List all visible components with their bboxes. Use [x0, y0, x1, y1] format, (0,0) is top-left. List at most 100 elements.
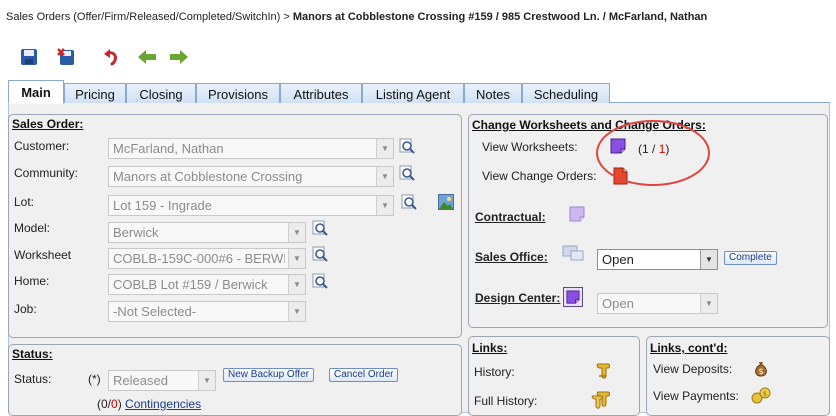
undo-icon[interactable]: [100, 46, 122, 68]
full-history-label: Full History:: [474, 394, 538, 408]
status-select[interactable]: Released ▼: [108, 370, 216, 391]
sales-office-value: Open: [602, 252, 634, 267]
tab-pricing[interactable]: Pricing: [64, 83, 126, 104]
chevron-down-icon: ▼: [288, 275, 305, 294]
contingencies-count: 0: [111, 397, 118, 411]
chevron-down-icon: ▼: [288, 302, 305, 321]
chevron-down-icon: ▼: [700, 250, 717, 269]
job-label: Job:: [14, 302, 37, 316]
tab-closing[interactable]: Closing: [126, 83, 196, 104]
worksheet-select[interactable]: COBLB-159C-000#6 - BERWICK▼: [108, 248, 306, 269]
chevron-down-icon: ▼: [288, 223, 305, 242]
tab-label: Scheduling: [533, 86, 599, 102]
model-label: Model:: [14, 221, 51, 235]
tab-label: Provisions: [208, 86, 268, 102]
customer-select[interactable]: McFarland, Nathan ▼: [108, 138, 394, 159]
money-bag-icon[interactable]: $: [752, 360, 770, 378]
search-icon[interactable]: [312, 220, 328, 236]
tab-label: Pricing: [75, 86, 115, 102]
history-label: History:: [474, 365, 515, 379]
tab-label: Attributes: [293, 86, 349, 102]
lot-select[interactable]: Lot 159 - Ingrade ▼: [108, 195, 394, 216]
worksheets-open: (1 /: [638, 142, 656, 156]
required-marker: (*): [88, 372, 101, 386]
chevron-down-icon: ▼: [376, 167, 393, 186]
links-contd-title: Links, cont'd:: [650, 341, 728, 355]
tab-label: Notes: [476, 86, 510, 102]
search-icon[interactable]: [399, 165, 415, 181]
contingencies-close: ): [117, 397, 122, 411]
lot-label: Lot:: [14, 195, 35, 209]
sales-office-icon: [562, 245, 584, 261]
design-center-note-icon[interactable]: [563, 287, 583, 307]
change-order-icon[interactable]: [612, 167, 628, 185]
tab-main[interactable]: Main: [8, 80, 64, 104]
sales-order-title: Sales Order:: [12, 117, 84, 131]
search-icon[interactable]: [401, 194, 417, 210]
contractual-note-icon: [569, 206, 585, 222]
community-value: Manors at Cobblestone Crossing: [113, 169, 303, 184]
contractual-label: Contractual:: [475, 210, 546, 224]
home-label: Home:: [14, 274, 50, 288]
design-center-label: Design Center:: [475, 291, 561, 305]
contingencies-row: (0/0) Contingencies: [97, 397, 201, 411]
chevron-down-icon: ▼: [376, 139, 393, 158]
chevron-down-icon: ▼: [198, 371, 215, 390]
save-close-icon[interactable]: [56, 46, 78, 68]
view-deposits-label: View Deposits:: [653, 362, 733, 376]
breadcrumb-parent[interactable]: Sales Orders (Offer/Firm/Released/Comple…: [6, 11, 280, 23]
home-select[interactable]: COBLB Lot #159 / Berwick ▼: [108, 274, 306, 295]
search-icon[interactable]: [312, 273, 328, 289]
tab-label: Closing: [139, 86, 183, 102]
new-backup-offer-button[interactable]: New Backup Offer: [223, 368, 314, 382]
complete-button[interactable]: Complete: [724, 251, 777, 265]
search-icon[interactable]: [312, 246, 328, 262]
links-title: Links:: [472, 341, 508, 355]
cancel-order-button[interactable]: Cancel Order: [329, 368, 399, 382]
model-value: Berwick: [113, 225, 159, 240]
status-label: Status:: [14, 372, 52, 386]
tab-notes[interactable]: Notes: [464, 83, 522, 104]
status-value: Released: [113, 373, 168, 388]
breadcrumb-current: Manors at Cobblestone Crossing #159 / 98…: [292, 11, 708, 23]
worksheet-note-icon[interactable]: [610, 138, 626, 154]
customer-label: Customer:: [14, 139, 70, 153]
view-payments-label: View Payments:: [653, 389, 739, 403]
sales-office-select[interactable]: Open ▼: [597, 249, 718, 270]
design-center-select[interactable]: Open ▼: [597, 293, 718, 314]
contingencies-link[interactable]: Contingencies: [125, 397, 201, 411]
worksheet-value: COBLB-159C-000#6 - BERWICK: [113, 251, 285, 266]
tab-listing-agent[interactable]: Listing Agent: [362, 83, 464, 104]
chevron-down-icon: ▼: [288, 249, 305, 268]
worksheets-close: ): [665, 142, 670, 156]
worksheet-label: Worksheet: [14, 248, 72, 262]
chevron-down-icon: ▼: [376, 196, 393, 215]
svg-text:$: $: [758, 367, 763, 376]
picture-icon[interactable]: [438, 194, 454, 210]
customer-value: McFarland, Nathan: [113, 141, 224, 156]
design-center-value: Open: [602, 296, 634, 311]
worksheets-count: (1 / 1): [638, 142, 669, 156]
community-label: Community:: [14, 166, 79, 180]
search-icon[interactable]: [399, 138, 415, 154]
change-worksheets-title: Change Worksheets and Change Orders:: [472, 118, 706, 132]
status-title: Status:: [12, 347, 53, 361]
tab-label: Main: [21, 84, 51, 100]
chevron-down-icon: ▼: [700, 294, 717, 313]
next-icon[interactable]: [168, 46, 190, 68]
tab-attributes[interactable]: Attributes: [280, 83, 362, 104]
contingencies-open: (0/: [97, 397, 112, 411]
coins-icon[interactable]: $: [750, 386, 772, 404]
job-select[interactable]: -Not Selected- ▼: [108, 301, 306, 322]
tab-provisions[interactable]: Provisions: [196, 83, 280, 104]
sales-office-label: Sales Office:: [475, 250, 548, 264]
model-select[interactable]: Berwick ▼: [108, 222, 306, 243]
save-icon[interactable]: [18, 46, 40, 68]
previous-icon[interactable]: [136, 46, 158, 68]
svg-text:$: $: [763, 390, 767, 398]
community-select[interactable]: Manors at Cobblestone Crossing ▼: [108, 166, 394, 187]
tab-scheduling[interactable]: Scheduling: [522, 83, 610, 104]
history-scroll-icon[interactable]: [594, 362, 612, 380]
view-worksheets-label: View Worksheets:: [482, 140, 578, 154]
full-history-scroll-icon[interactable]: [590, 390, 614, 410]
